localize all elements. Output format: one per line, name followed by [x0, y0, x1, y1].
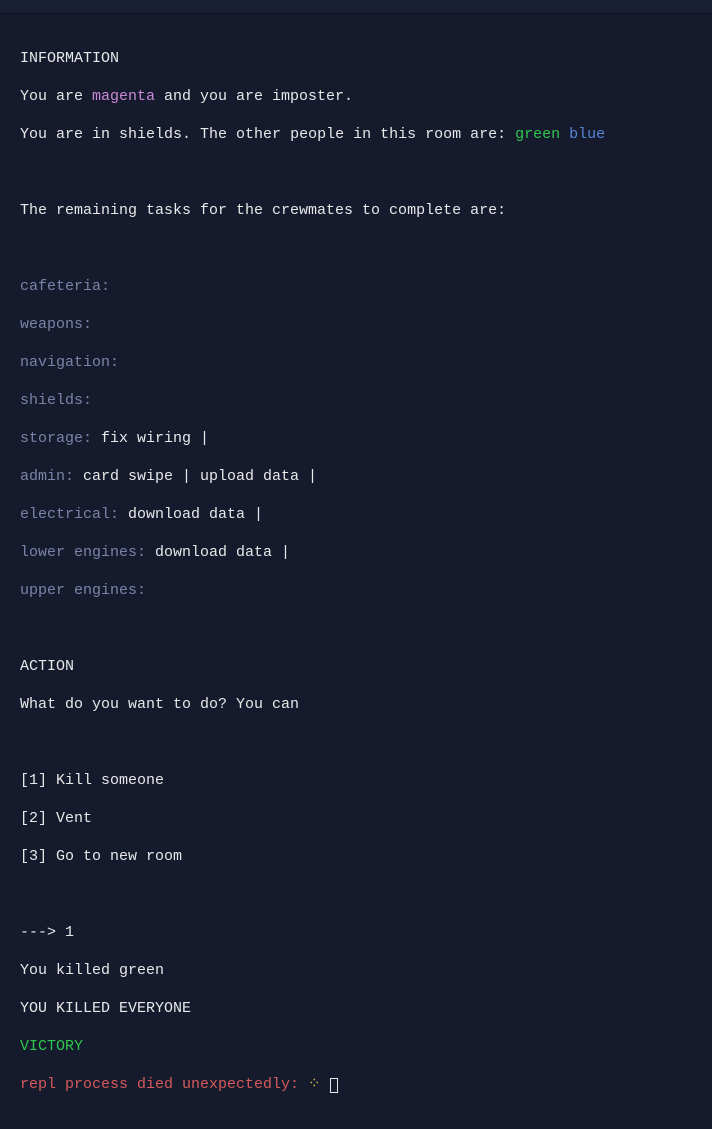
- error-message: repl process died unexpectedly:: [20, 1076, 308, 1093]
- tasks-intro: The remaining tasks for the crewmates to…: [20, 201, 692, 220]
- other-player-green: green: [515, 126, 560, 143]
- kill-result: You killed green: [20, 961, 692, 980]
- you-are-suffix: and you are imposter.: [155, 88, 353, 105]
- blank-line: [20, 619, 692, 638]
- action-option[interactable]: [2] Vent: [20, 809, 692, 828]
- user-input[interactable]: 1: [65, 923, 74, 942]
- location-name: shields: [119, 126, 182, 143]
- room-name: upper engines:: [20, 582, 146, 599]
- room-name: storage:: [20, 430, 92, 447]
- room-name: navigation:: [20, 354, 119, 371]
- player-color: magenta: [92, 88, 155, 105]
- blank-line: [20, 733, 692, 752]
- room-tasks: fix wiring |: [92, 430, 209, 447]
- room-name: weapons:: [20, 316, 92, 333]
- room-line: lower engines: download data |: [20, 543, 692, 562]
- action-heading: ACTION: [20, 657, 692, 676]
- window-topbar: [0, 0, 712, 14]
- room-line: electrical: download data |: [20, 505, 692, 524]
- action-option[interactable]: [3] Go to new room: [20, 847, 692, 866]
- room-line: admin: card swipe | upload data |: [20, 467, 692, 486]
- input-prompt-arrow: --->: [20, 924, 65, 941]
- room-name: cafeteria:: [20, 278, 110, 295]
- error-glyph-icon: ⁘: [308, 1076, 321, 1093]
- cursor-icon[interactable]: [330, 1078, 338, 1093]
- victory-text: VICTORY: [20, 1037, 692, 1056]
- room-line: storage: fix wiring |: [20, 429, 692, 448]
- location-line: You are in shields. The other people in …: [20, 125, 692, 144]
- room-line: weapons:: [20, 315, 692, 334]
- room-name: lower engines:: [20, 544, 146, 561]
- room-tasks: download data |: [146, 544, 290, 561]
- room-line: shields:: [20, 391, 692, 410]
- room-line: upper engines:: [20, 581, 692, 600]
- blank-line: [20, 239, 692, 258]
- player-identity-line: You are magenta and you are imposter.: [20, 87, 692, 106]
- room-tasks: card swipe | upload data |: [74, 468, 317, 485]
- terminal-output: INFORMATION You are magenta and you are …: [0, 14, 712, 1129]
- room-line: cafeteria:: [20, 277, 692, 296]
- room-name: shields:: [20, 392, 92, 409]
- blank-line: [20, 163, 692, 182]
- input-line[interactable]: ---> 1: [20, 923, 692, 942]
- location-mid: . The other people in this room are:: [182, 126, 515, 143]
- location-prefix: You are in: [20, 126, 119, 143]
- room-name: admin:: [20, 468, 74, 485]
- error-line: repl process died unexpectedly: ⁘: [20, 1075, 692, 1094]
- room-name: electrical:: [20, 506, 119, 523]
- info-heading: INFORMATION: [20, 49, 692, 68]
- action-prompt: What do you want to do? You can: [20, 695, 692, 714]
- kill-everyone-result: YOU KILLED EVERYONE: [20, 999, 692, 1018]
- action-option[interactable]: [1] Kill someone: [20, 771, 692, 790]
- room-line: navigation:: [20, 353, 692, 372]
- you-are-prefix: You are: [20, 88, 92, 105]
- room-tasks: download data |: [119, 506, 263, 523]
- blank-line: [20, 885, 692, 904]
- other-player-blue: blue: [569, 126, 605, 143]
